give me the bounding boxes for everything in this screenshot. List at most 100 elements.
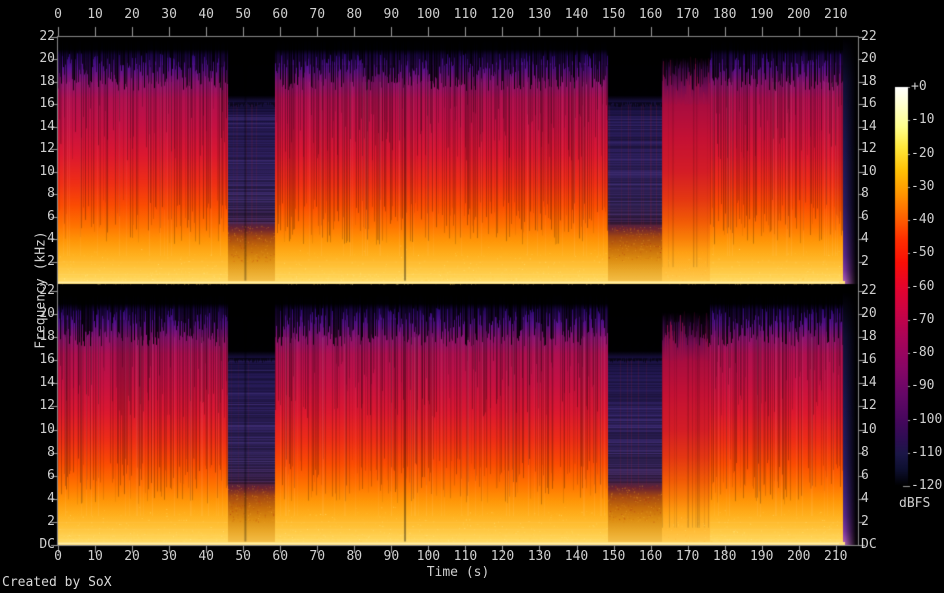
- freq-tick-label-right: 8: [861, 444, 869, 460]
- colorbar-tick-label: -10: [911, 112, 935, 128]
- x-tick-label-top: 170: [675, 7, 700, 22]
- freq-tick-label-right: 12: [861, 398, 877, 414]
- x-tick-label-top: 60: [272, 7, 289, 22]
- x-tick-label-top: 160: [638, 7, 663, 22]
- x-tick-label-top: 110: [453, 7, 478, 22]
- freq-tick-label-left: 22: [39, 29, 55, 44]
- x-tick-label-top: 190: [749, 7, 774, 22]
- colorbar-tick-label: -60: [911, 278, 935, 294]
- x-tick-label-top: 0: [54, 7, 62, 22]
- colorbar-tick-label: -100: [911, 411, 943, 427]
- freq-tick-label-right: 14: [861, 375, 877, 391]
- x-tick-label-bottom: 70: [309, 549, 326, 564]
- x-tick-label-top: 50: [235, 7, 251, 22]
- freq-tick-label-left: 14: [39, 375, 55, 391]
- freq-tick-label-left: 2: [47, 513, 55, 529]
- x-tick-label-bottom: 90: [383, 549, 400, 564]
- x-tick-label-top: 100: [416, 7, 441, 22]
- x-tick-label-top: 120: [490, 7, 515, 22]
- x-tick-label-top: 140: [564, 7, 589, 22]
- freq-tick-label-right: 4: [861, 490, 869, 506]
- freq-tick-label-right: 22: [861, 29, 877, 44]
- freq-tick-label-right: 16: [861, 352, 877, 368]
- spectrogram-canvas: [0, 0, 944, 593]
- x-tick-label-bottom: 50: [235, 549, 251, 564]
- x-tick-label-top: 10: [87, 7, 103, 22]
- x-tick-label-top: 40: [198, 7, 214, 22]
- x-tick-label-top: 210: [824, 7, 848, 22]
- x-tick-label-top: 130: [527, 7, 552, 22]
- freq-tick-label-right: DC: [861, 537, 877, 552]
- freq-tick-label-left: 18: [39, 73, 55, 89]
- x-tick-label-bottom: 130: [527, 549, 552, 564]
- x-tick-label-bottom: 140: [564, 549, 589, 564]
- freq-tick-label-right: 8: [861, 186, 869, 202]
- freq-tick-label-right: 22: [861, 283, 877, 298]
- freq-tick-label-left: 4: [47, 490, 55, 506]
- x-axis-title: Time (s): [426, 565, 490, 580]
- freq-tick-label-right: 12: [861, 141, 877, 157]
- x-tick-label-bottom: 100: [416, 549, 441, 564]
- freq-tick-label-left: DC: [39, 537, 55, 552]
- x-tick-label-bottom: 150: [601, 549, 626, 564]
- colorbar-tick-label: -40: [911, 212, 935, 227]
- x-tick-label-top: 90: [383, 7, 400, 22]
- freq-tick-label-left: 12: [39, 141, 55, 157]
- freq-tick-label-left: 8: [47, 186, 55, 202]
- x-tick-label-bottom: 110: [453, 549, 478, 564]
- x-tick-label-bottom: 0: [54, 549, 62, 564]
- colorbar-tick-label: -80: [911, 345, 935, 360]
- colorbar-tick-label: +0: [911, 79, 927, 94]
- freq-tick-label-left: 20: [39, 51, 55, 67]
- x-tick-label-bottom: 80: [346, 549, 363, 564]
- freq-tick-label-right: 4: [861, 231, 869, 247]
- x-tick-label-bottom: 10: [87, 549, 103, 564]
- y-axis-title: Frequency (kHz): [33, 231, 49, 349]
- freq-tick-label-right: 18: [861, 73, 877, 89]
- freq-tick-label-left: 12: [39, 398, 55, 414]
- freq-tick-label-left: 6: [47, 467, 55, 483]
- freq-tick-label-left: 16: [39, 352, 55, 368]
- colorbar-tick-label: -20: [911, 145, 935, 161]
- x-tick-label-bottom: 180: [712, 549, 737, 564]
- freq-tick-label-left: 10: [39, 163, 55, 179]
- freq-tick-label-right: 10: [861, 163, 877, 179]
- x-tick-label-top: 70: [309, 7, 326, 22]
- x-tick-label-bottom: 40: [198, 549, 214, 564]
- freq-tick-label-right: 16: [861, 96, 877, 112]
- x-tick-label-top: 180: [712, 7, 737, 22]
- colorbar-tick-label: -70: [911, 311, 935, 327]
- x-tick-label-top: 150: [601, 7, 626, 22]
- colorbar-tick-label: -90: [911, 378, 935, 394]
- x-tick-label-bottom: 60: [272, 549, 289, 564]
- freq-tick-label-right: 18: [861, 329, 877, 345]
- x-tick-label-bottom: 170: [675, 549, 700, 564]
- freq-tick-label-left: 8: [47, 444, 55, 460]
- freq-tick-label-left: 16: [39, 96, 55, 112]
- colorbar-unit-label: dBFS: [899, 496, 931, 511]
- x-tick-label-bottom: 30: [161, 549, 177, 564]
- colorbar-tick-label: -30: [911, 178, 935, 194]
- freq-tick-label-right: 6: [861, 467, 869, 483]
- freq-tick-label-left: 6: [47, 208, 55, 224]
- created-by-sox-label: Created by SoX: [2, 575, 112, 590]
- freq-tick-label-right: 2: [861, 513, 869, 529]
- colorbar-tick-label: -50: [911, 245, 935, 261]
- freq-tick-label-right: 20: [861, 51, 877, 67]
- freq-tick-label-right: 20: [861, 306, 877, 322]
- x-tick-label-bottom: 20: [124, 549, 140, 564]
- x-tick-label-bottom: 160: [638, 549, 663, 564]
- freq-tick-label-right: 2: [861, 253, 869, 269]
- colorbar-tick-label: -120: [911, 478, 943, 493]
- colorbar-tick-label: -110: [911, 444, 943, 460]
- freq-tick-label-left: 14: [39, 118, 55, 134]
- x-tick-label-bottom: 120: [490, 549, 515, 564]
- freq-tick-label-right: 6: [861, 208, 869, 224]
- x-tick-label-top: 200: [786, 7, 811, 22]
- x-tick-label-top: 80: [346, 7, 363, 22]
- freq-tick-label-right: 14: [861, 118, 877, 134]
- x-tick-label-bottom: 190: [749, 549, 774, 564]
- freq-tick-label-right: 10: [861, 421, 877, 437]
- freq-tick-label-left: 10: [39, 421, 55, 437]
- sox-spectrogram-window: 0 0 10 10 20 20 30 30 40 40 50 50 60 60 70 70 80 80 90 90 10…: [0, 0, 944, 593]
